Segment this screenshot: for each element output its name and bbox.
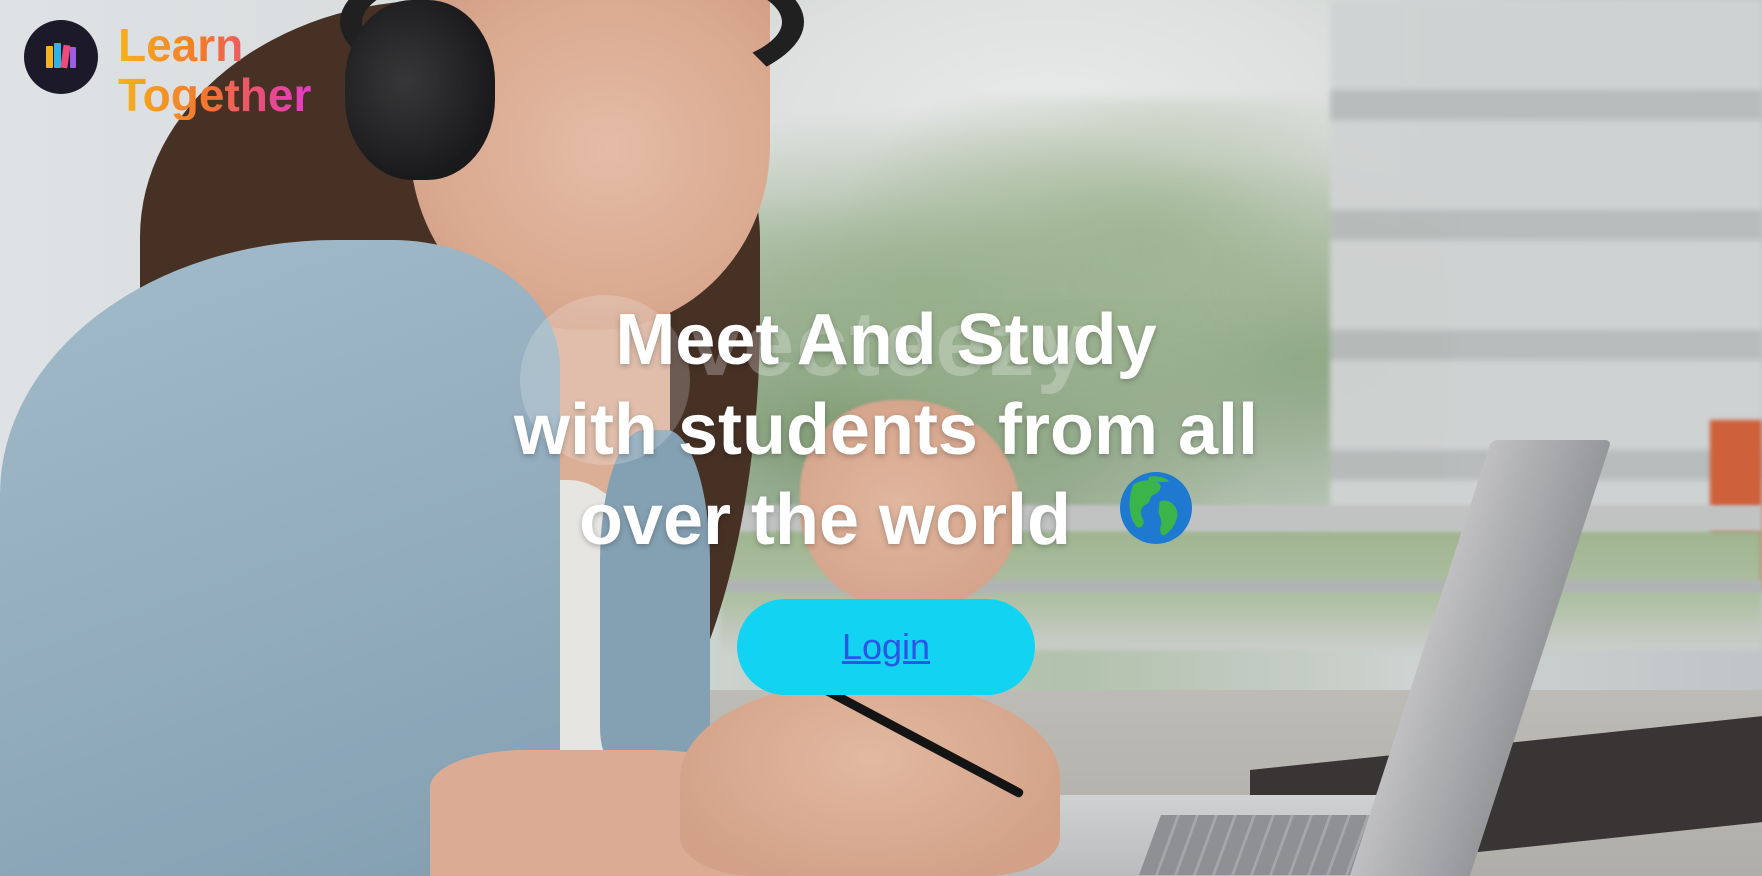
login-button[interactable]: Login xyxy=(737,599,1035,695)
headline-line-3-text: over the world xyxy=(578,480,1072,560)
headline-line-3: over the world xyxy=(0,472,1762,566)
brand-logo[interactable]: Learn Together xyxy=(24,20,311,120)
headline-line-2: with students from all xyxy=(513,390,1259,470)
brand-name: Learn Together xyxy=(118,20,311,120)
logo-badge xyxy=(24,20,98,94)
headline-line-1: Meet And Study xyxy=(615,300,1157,380)
books-icon xyxy=(44,40,78,75)
brand-name-line2: Together xyxy=(118,69,312,121)
login-button-label[interactable]: Login xyxy=(842,626,930,668)
brand-name-line1: Learn xyxy=(118,20,311,70)
hero-section: vecteezy Learn Together Meet And Study w… xyxy=(0,0,1762,876)
globe-americas-icon xyxy=(1119,471,1193,566)
hero-headline: Meet And Study with students from all ov… xyxy=(0,295,1762,566)
